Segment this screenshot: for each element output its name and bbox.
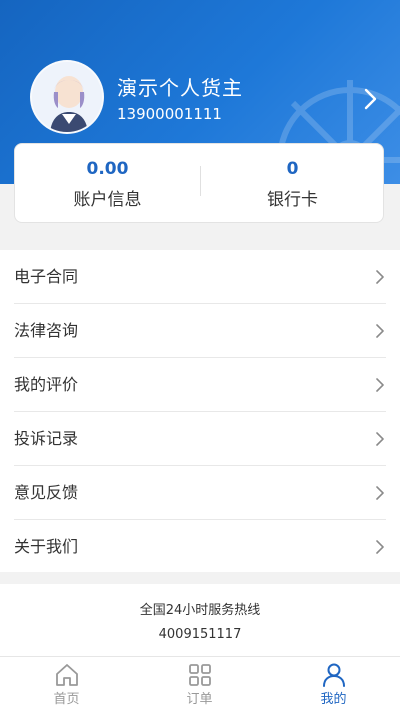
- bank-card-count-value: 0: [286, 159, 299, 179]
- menu-item-electronic-contract[interactable]: 电子合同: [0, 250, 400, 304]
- menu-item-label: 意见反馈: [14, 483, 79, 502]
- menu-list: 电子合同 法律咨询 我的评价 投诉记录 意见反馈 关于我们: [0, 250, 400, 572]
- account-info-stat[interactable]: 0.00 账户信息: [15, 144, 200, 224]
- menu-item-legal-consultation[interactable]: 法律咨询: [0, 304, 400, 358]
- account-info-label: 账户信息: [73, 190, 142, 210]
- chevron-right-icon: [376, 378, 384, 392]
- chevron-right-icon: [376, 432, 384, 446]
- tab-mine[interactable]: 我的: [267, 657, 400, 711]
- tab-label: 首页: [53, 692, 80, 707]
- bank-card-stat[interactable]: 0 银行卡: [200, 144, 385, 224]
- menu-item-label: 电子合同: [14, 267, 79, 286]
- tab-home[interactable]: 首页: [0, 657, 133, 711]
- hotline-number[interactable]: 4009151117: [0, 626, 400, 644]
- chevron-right-icon: [376, 270, 384, 284]
- avatar[interactable]: [30, 60, 104, 134]
- tab-orders[interactable]: 订单: [133, 657, 266, 711]
- chevron-right-icon[interactable]: [360, 86, 380, 112]
- service-hotline: 全国24小时服务热线 4009151117: [0, 584, 400, 656]
- menu-item-complaint-records[interactable]: 投诉记录: [0, 412, 400, 466]
- stats-card: 0.00 账户信息 0 银行卡: [14, 143, 384, 223]
- menu-item-label: 关于我们: [14, 537, 79, 556]
- user-name: 演示个人货主: [117, 76, 243, 100]
- tab-label: 我的: [320, 692, 347, 707]
- hotline-title: 全国24小时服务热线: [139, 603, 261, 618]
- account-balance-value: 0.00: [86, 159, 129, 179]
- bottom-tab-bar: 首页 订单 我的: [0, 656, 400, 711]
- bank-card-label: 银行卡: [267, 190, 318, 210]
- menu-item-label: 我的评价: [14, 375, 79, 394]
- menu-item-label: 法律咨询: [14, 321, 79, 340]
- chevron-right-icon: [376, 324, 384, 338]
- tab-label: 订单: [186, 692, 213, 707]
- menu-item-feedback[interactable]: 意见反馈: [0, 466, 400, 520]
- user-icon: [322, 663, 345, 687]
- home-icon: [55, 664, 78, 686]
- grid-icon: [188, 664, 211, 686]
- user-phone: 13900001111: [117, 105, 222, 123]
- chevron-right-icon: [376, 486, 384, 500]
- menu-item-label: 投诉记录: [14, 429, 79, 448]
- chevron-right-icon: [376, 540, 384, 554]
- user-avatar-icon: [32, 62, 102, 132]
- menu-item-about-us[interactable]: 关于我们: [0, 520, 400, 574]
- menu-item-my-reviews[interactable]: 我的评价: [0, 358, 400, 412]
